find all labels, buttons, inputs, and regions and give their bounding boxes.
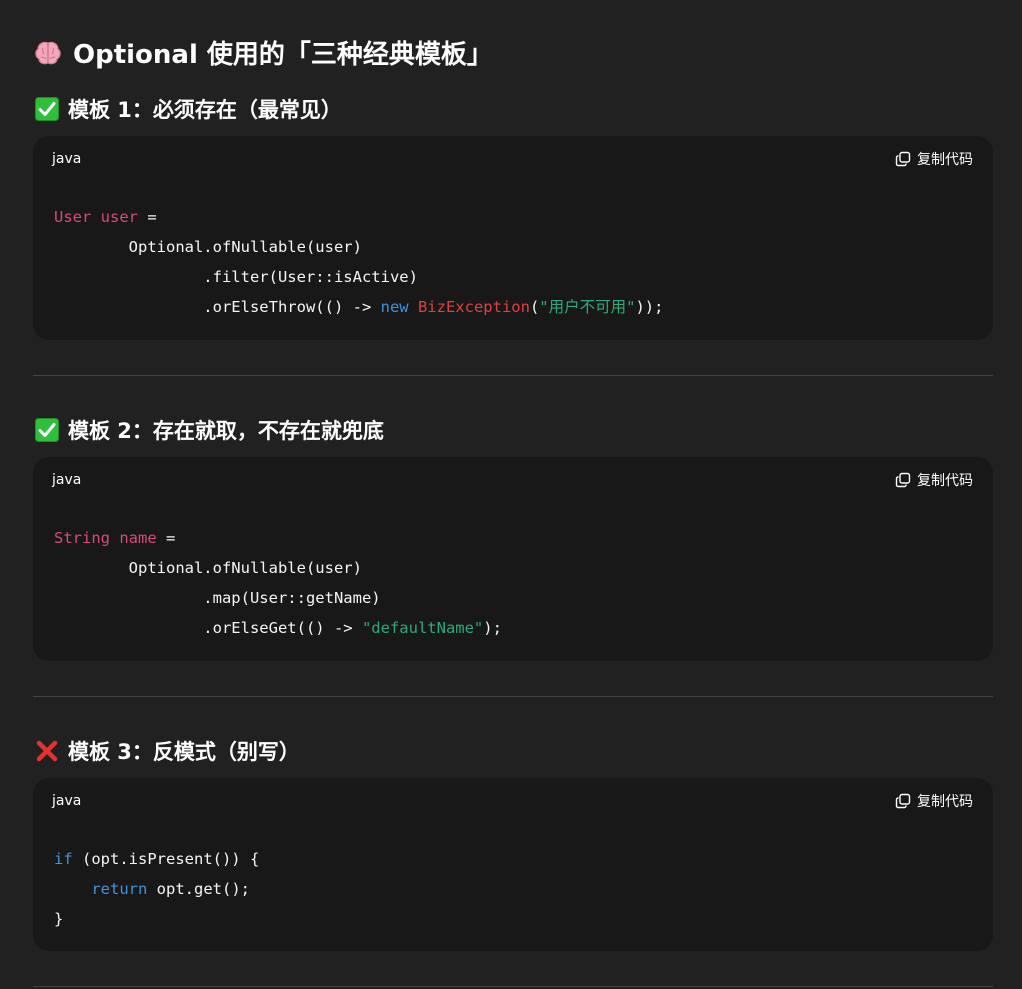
- code-header: java 复制代码: [52, 148, 973, 170]
- code-content: User user = Optional.ofNullable(user) .f…: [54, 202, 663, 322]
- divider: [33, 986, 993, 987]
- section-heading-text: 模板 3：反模式（别写）: [68, 740, 300, 764]
- divider: [33, 696, 993, 697]
- cross-mark-icon: [35, 739, 59, 763]
- section-heading-1: 模板 1：必须存在（最常见）: [35, 94, 342, 124]
- section-heading-2: 模板 2：存在就取，不存在就兜底: [35, 415, 384, 445]
- copy-code-label: 复制代码: [917, 794, 973, 810]
- divider: [33, 375, 993, 376]
- check-mark-icon: [35, 97, 59, 121]
- page-title: Optional 使用的「三种经典模板」: [33, 34, 493, 71]
- copy-code-label: 复制代码: [917, 473, 973, 489]
- code-line: if (opt.isPresent()) {: [54, 850, 260, 868]
- copy-code-button[interactable]: 复制代码: [895, 470, 973, 490]
- page: Optional 使用的「三种经典模板」 模板 1：必须存在（最常见） java…: [0, 0, 1022, 989]
- code-content: if (opt.isPresent()) { return opt.get();…: [54, 844, 259, 934]
- code-line: return opt.get();: [91, 880, 250, 898]
- code-header: java 复制代码: [52, 790, 973, 812]
- section-heading-text: 模板 1：必须存在（最常见）: [68, 98, 342, 122]
- code-line: }: [54, 910, 64, 928]
- section-heading-3: 模板 3：反模式（别写）: [35, 736, 300, 766]
- code-block: java 复制代码 if (opt.isPresent()) { return …: [33, 778, 993, 951]
- language-label: java: [52, 472, 82, 488]
- code-line: .filter(User::isActive): [54, 268, 418, 286]
- code-line: String name =: [54, 529, 176, 547]
- code-line: .orElseGet(() -> "defaultName");: [54, 619, 502, 637]
- copy-code-label: 复制代码: [917, 152, 973, 168]
- code-block: java 复制代码 User user = Optional.ofNullabl…: [33, 136, 993, 340]
- copy-icon: [895, 793, 911, 809]
- copy-code-button[interactable]: 复制代码: [895, 791, 973, 811]
- code-line: Optional.ofNullable(user): [54, 238, 362, 256]
- section-heading-text: 模板 2：存在就取，不存在就兜底: [68, 419, 384, 443]
- copy-icon: [895, 472, 911, 488]
- language-label: java: [52, 793, 82, 809]
- check-mark-icon: [35, 418, 59, 442]
- code-line: Optional.ofNullable(user): [54, 559, 362, 577]
- code-line: User user =: [54, 208, 157, 226]
- code-line: .orElseThrow(() -> new BizException("用户不…: [54, 298, 664, 316]
- code-line: .map(User::getName): [54, 589, 381, 607]
- language-label: java: [52, 151, 82, 167]
- code-block: java 复制代码 String name = Optional.ofNulla…: [33, 457, 993, 661]
- code-header: java 复制代码: [52, 469, 973, 491]
- code-content: String name = Optional.ofNullable(user) …: [54, 523, 502, 643]
- brain-icon: [33, 38, 63, 68]
- page-title-text: Optional 使用的「三种经典模板」: [73, 40, 493, 70]
- copy-code-button[interactable]: 复制代码: [895, 149, 973, 169]
- copy-icon: [895, 151, 911, 167]
